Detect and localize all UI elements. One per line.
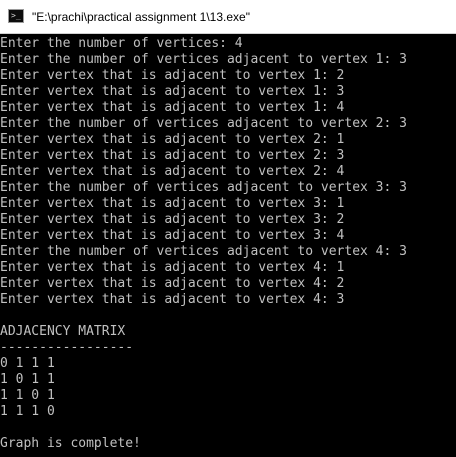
prompt-glyph: >_ (11, 11, 21, 20)
console-line: Enter the number of vertices adjacent to… (0, 116, 407, 131)
console-line: Enter vertex that is adjacent to vertex … (0, 260, 345, 275)
console-line: Enter vertex that is adjacent to vertex … (0, 228, 345, 243)
console-line: Enter the number of vertices adjacent to… (0, 52, 407, 67)
console-line: Enter vertex that is adjacent to vertex … (0, 132, 345, 147)
matrix-row: 1 1 1 0 (0, 404, 55, 419)
console-line: Enter vertex that is adjacent to vertex … (0, 68, 345, 83)
console-line: Enter vertex that is adjacent to vertex … (0, 212, 345, 227)
console-line: Enter vertex that is adjacent to vertex … (0, 148, 345, 163)
console-line: Enter the number of vertices adjacent to… (0, 180, 407, 195)
matrix-row: 0 1 1 1 (0, 356, 55, 371)
console-window: >_ "E:\prachi\practical assignment 1\13.… (0, 0, 456, 457)
console-line: Enter vertex that is adjacent to vertex … (0, 84, 345, 99)
console-line: Enter vertex that is adjacent to vertex … (0, 196, 345, 211)
console-line: Enter the number of vertices adjacent to… (0, 244, 407, 259)
console-line: Enter vertex that is adjacent to vertex … (0, 276, 345, 291)
matrix-row: 1 0 1 1 (0, 372, 55, 387)
window-title: "E:\prachi\practical assignment 1\13.exe… (32, 10, 250, 24)
console-app-icon[interactable]: >_ (8, 9, 24, 23)
matrix-heading: ADJACENCY MATRIX (0, 324, 126, 339)
title-bar[interactable]: >_ "E:\prachi\practical assignment 1\13.… (0, 0, 456, 34)
console-line: Enter vertex that is adjacent to vertex … (0, 164, 345, 179)
matrix-divider: ----------------- (0, 340, 134, 355)
console-output[interactable]: Enter the number of vertices: 4 Enter th… (0, 34, 456, 457)
result-message: Graph is complete! (0, 436, 141, 451)
console-line: Enter vertex that is adjacent to vertex … (0, 292, 345, 307)
console-line: Enter the number of vertices: 4 (0, 36, 243, 51)
matrix-row: 1 1 0 1 (0, 388, 55, 403)
console-line: Enter vertex that is adjacent to vertex … (0, 100, 345, 115)
